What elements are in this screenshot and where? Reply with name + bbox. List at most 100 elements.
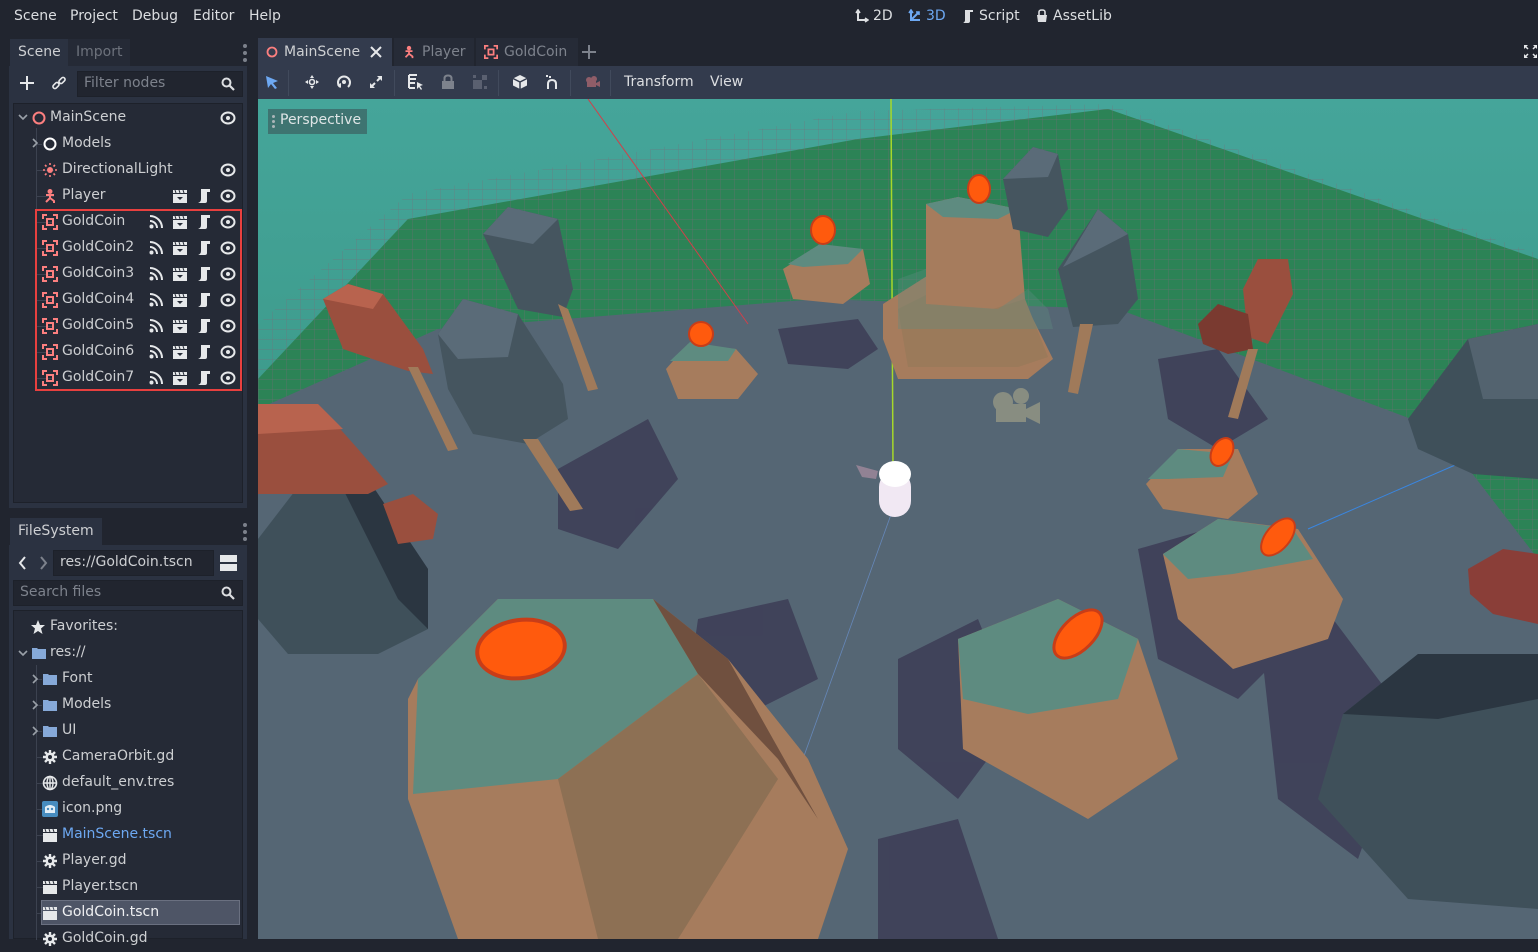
image-icon — [42, 801, 58, 817]
tab-import[interactable]: Import — [68, 39, 131, 66]
menu-editor[interactable]: Editor — [193, 8, 234, 24]
path-value: res://GoldCoin.tscn — [60, 554, 193, 570]
tree-node-directionallight[interactable]: DirectionalLight — [14, 157, 244, 183]
move-tool-icon[interactable] — [304, 74, 320, 90]
fs-item-label: GoldCoin.gd — [62, 930, 148, 946]
scene-tab-mainscene[interactable]: MainScene — [258, 38, 392, 66]
scene-tab-player[interactable]: Player — [394, 38, 474, 66]
snap-icon[interactable] — [544, 74, 560, 90]
workspace-assetlib-button[interactable]: AssetLib — [1035, 8, 1112, 24]
menu-scene[interactable]: Scene — [14, 8, 57, 24]
lock-icon[interactable] — [440, 74, 456, 90]
distraction-free-icon[interactable] — [1523, 44, 1538, 59]
local-space-icon[interactable] — [512, 74, 528, 90]
star-icon — [31, 620, 45, 634]
camera-preview-icon[interactable] — [584, 74, 600, 90]
visibility-icon[interactable] — [220, 188, 236, 204]
visibility-icon[interactable] — [220, 110, 236, 126]
chevron-right-icon[interactable] — [30, 674, 40, 684]
fs-item-default-env[interactable]: default_env.tres — [14, 770, 244, 796]
2d-icon — [855, 9, 869, 23]
assetlib-icon — [1037, 9, 1047, 22]
fs-item-goldcoin-gd[interactable]: GoldCoin.gd — [14, 926, 244, 952]
menu-project[interactable]: Project — [70, 8, 118, 24]
fs-item-models[interactable]: Models — [14, 692, 244, 718]
list-select-icon[interactable] — [408, 74, 424, 90]
scene-render[interactable] — [258, 99, 1538, 939]
chevron-down-icon[interactable] — [18, 648, 28, 658]
workspace-script-label: Script — [979, 8, 1020, 24]
scene-tab-label: Player — [422, 44, 466, 60]
gear-icon — [43, 854, 57, 868]
node-icon — [43, 137, 57, 151]
3d-icon — [908, 9, 920, 21]
toolbar-separator — [610, 70, 611, 96]
script-icon[interactable] — [196, 188, 212, 204]
tree-node-mainscene[interactable]: MainScene — [14, 105, 244, 131]
tree-node-models[interactable]: Models — [14, 131, 244, 157]
workspace-3d-label: 3D — [926, 8, 946, 24]
gear-icon — [43, 750, 57, 764]
fs-item-font[interactable]: Font — [14, 666, 244, 692]
open-scene-icon[interactable] — [172, 188, 188, 204]
view-menu[interactable]: View — [710, 74, 743, 90]
close-icon[interactable] — [370, 46, 382, 58]
fs-item-goldcoin-tscn[interactable]: GoldCoin.tscn — [14, 900, 244, 926]
perspective-menu-button[interactable]: Perspective — [268, 109, 368, 134]
fs-item-player-tscn[interactable]: Player.tscn — [14, 874, 244, 900]
transform-menu[interactable]: Transform — [624, 74, 694, 90]
scale-tool-icon[interactable] — [368, 74, 384, 90]
fs-item-res[interactable]: res:// — [14, 640, 244, 666]
search-icon — [221, 77, 235, 91]
menu-help[interactable]: Help — [249, 8, 281, 24]
visibility-icon[interactable] — [220, 162, 236, 178]
split-view-icon[interactable] — [220, 555, 237, 571]
back-arrow-icon[interactable] — [18, 555, 28, 571]
chevron-down-icon[interactable] — [18, 112, 28, 122]
filter-nodes-input[interactable]: Filter nodes — [77, 71, 243, 97]
tab-scene[interactable]: Scene — [10, 39, 69, 66]
fs-item-favorites[interactable]: Favorites: — [14, 614, 244, 640]
tab-filesystem[interactable]: FileSystem — [10, 518, 102, 545]
menu-debug[interactable]: Debug — [132, 8, 178, 24]
add-tab-icon[interactable] — [581, 44, 597, 60]
kinematic-body-icon — [45, 189, 55, 203]
rotate-tool-icon[interactable] — [336, 74, 352, 90]
script-icon — [963, 10, 973, 23]
path-field[interactable]: res://GoldCoin.tscn — [53, 550, 214, 576]
group-icon[interactable] — [472, 74, 488, 90]
file-tree: Favorites: res:// Font Models UI CameraO… — [13, 610, 244, 946]
workspace-assetlib-label: AssetLib — [1053, 8, 1112, 24]
scene-tab-label: MainScene — [284, 44, 361, 60]
search-files-placeholder: Search files — [20, 584, 102, 600]
3d-viewport[interactable]: Perspective — [258, 99, 1538, 939]
filesystem-dock-menu-button[interactable] — [243, 523, 247, 541]
chevron-right-icon[interactable] — [30, 138, 40, 148]
search-files-input[interactable]: Search files — [13, 580, 243, 606]
workspace-script-button[interactable]: Script — [961, 8, 1020, 24]
fs-item-label: icon.png — [62, 800, 123, 816]
select-tool-icon[interactable] — [264, 74, 280, 90]
tree-node-player[interactable]: Player — [14, 183, 244, 209]
fs-item-cameraorbit-gd[interactable]: CameraOrbit.gd — [14, 744, 244, 770]
fs-item-label: MainScene.tscn — [62, 826, 172, 842]
workspace-2d-label: 2D — [873, 8, 893, 24]
workspace-3d-button[interactable]: 3D — [908, 8, 946, 24]
node-label: Models — [62, 135, 112, 151]
add-node-button[interactable] — [18, 74, 36, 92]
instance-scene-button[interactable] — [50, 74, 68, 92]
forward-arrow-icon[interactable] — [38, 555, 48, 571]
workspace-2d-button[interactable]: 2D — [855, 8, 893, 24]
fs-item-ui[interactable]: UI — [14, 718, 244, 744]
toolbar-separator — [498, 70, 499, 96]
fs-item-player-gd[interactable]: Player.gd — [14, 848, 244, 874]
fs-item-icon-png[interactable]: icon.png — [14, 796, 244, 822]
fs-item-mainscene-tscn[interactable]: MainScene.tscn — [14, 822, 244, 848]
plus-icon — [20, 76, 34, 90]
toolbar-separator — [570, 70, 571, 96]
scene-dock-menu-button[interactable] — [243, 44, 247, 62]
chevron-right-icon[interactable] — [30, 726, 40, 736]
fs-item-label: Font — [62, 670, 93, 686]
chevron-right-icon[interactable] — [30, 700, 40, 710]
scene-tab-goldcoin[interactable]: GoldCoin — [476, 38, 578, 66]
